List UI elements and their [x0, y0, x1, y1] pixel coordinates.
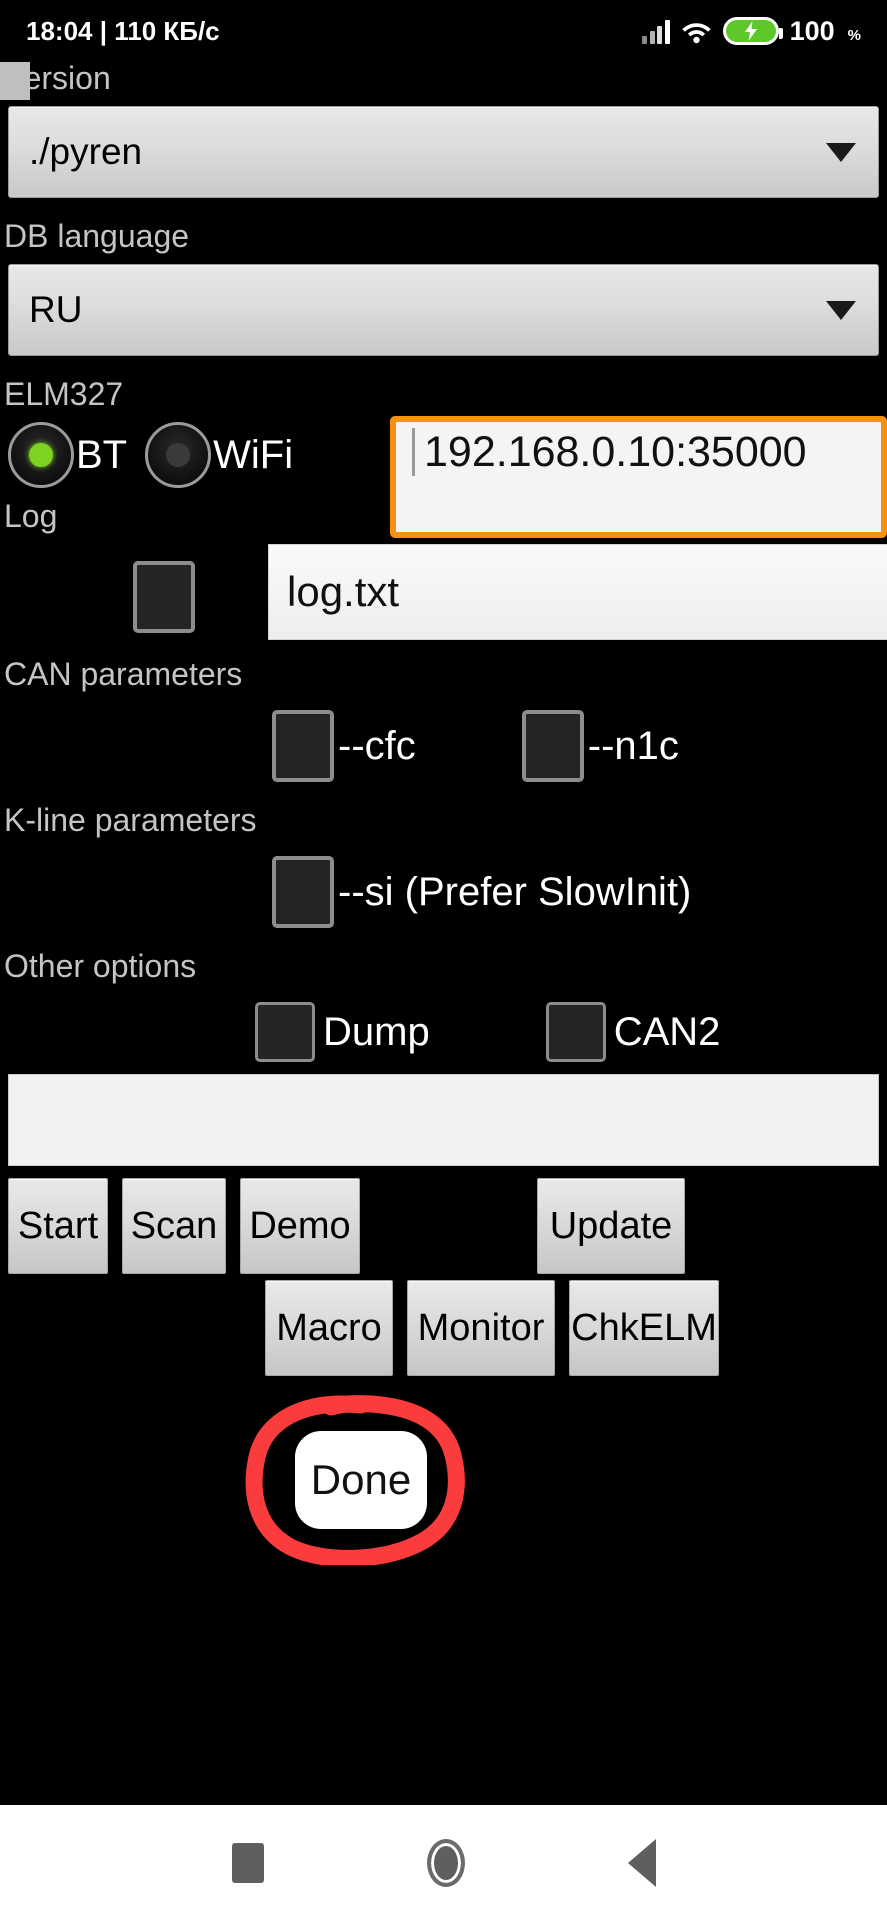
radio-bt-label: BT — [76, 433, 128, 477]
console-output-field[interactable] — [8, 1074, 879, 1166]
scan-button[interactable]: Scan — [122, 1178, 226, 1274]
log-filename-input[interactable]: log.txt — [268, 544, 887, 640]
kline-parameters-label: K-line parameters — [4, 802, 257, 838]
option-can2[interactable]: CAN2 — [545, 1002, 721, 1062]
macro-button[interactable]: Macro — [265, 1280, 393, 1376]
option-si[interactable]: --si (Prefer SlowInit) — [272, 856, 691, 928]
option-n1c[interactable]: --n1c — [521, 710, 679, 782]
demo-button[interactable]: Demo — [240, 1178, 360, 1274]
cfc-checkbox[interactable] — [272, 710, 334, 782]
log-checkbox[interactable] — [133, 561, 195, 633]
radio-dot-unselected — [166, 443, 191, 467]
settings-form: Version ./pyren DB language RU ELM327 BT… — [0, 62, 887, 1376]
n1c-checkbox[interactable] — [521, 710, 584, 782]
option-cfc[interactable]: --cfc — [272, 710, 416, 782]
status-icons: 100 % — [642, 16, 861, 47]
battery-percent: 100 — [789, 15, 835, 46]
button-row-primary: Start Scan Demo Update — [0, 1178, 887, 1274]
status-time-speed: 18:04 | 110 КБ/с — [26, 15, 220, 46]
db-language-label: DB language — [4, 218, 190, 254]
can-parameters-row: --cfc --n1c — [0, 696, 887, 782]
radio-wifi[interactable] — [145, 422, 212, 488]
back-triangle-icon[interactable] — [627, 1838, 656, 1887]
edge-notch-artifact — [0, 62, 30, 100]
elm327-label: ELM327 — [4, 376, 124, 412]
chkelm-button[interactable]: ChkELM — [569, 1280, 719, 1376]
can2-checkbox[interactable] — [545, 1002, 606, 1062]
version-dropdown[interactable]: ./pyren — [8, 106, 879, 198]
elm327-connection-row: BT WiFi 192.168.0.10:35000 — [0, 416, 887, 538]
radio-bt[interactable] — [8, 422, 74, 488]
wifi-icon — [681, 19, 712, 44]
si-checkbox[interactable] — [272, 856, 334, 928]
start-button[interactable]: Start — [8, 1178, 108, 1274]
n1c-label: --n1c — [587, 723, 679, 768]
can-parameters-label: CAN parameters — [4, 656, 243, 692]
radio-wifi-label: WiFi — [213, 433, 294, 477]
can2-label: CAN2 — [613, 1009, 721, 1054]
option-dump[interactable]: Dump — [255, 1002, 430, 1062]
kline-parameters-row: --si (Prefer SlowInit) — [0, 842, 887, 928]
elm327-address-input[interactable]: 192.168.0.10:35000 — [390, 416, 887, 538]
log-filename-value: log.txt — [287, 568, 400, 615]
other-options-label: Other options — [4, 948, 197, 984]
home-circle-icon[interactable] — [426, 1838, 465, 1887]
db-language-value: RU — [29, 289, 83, 330]
phone-screen: 18:04 | 110 КБ/с 100 % Version ./pyren D… — [0, 0, 887, 1920]
button-row-secondary: Macro Monitor ChkELM — [0, 1280, 887, 1376]
other-options-row: Dump CAN2 — [0, 988, 887, 1062]
si-label: --si (Prefer SlowInit) — [338, 869, 692, 914]
done-popup-label: Done — [310, 1456, 412, 1503]
done-popup-button[interactable]: Done — [295, 1431, 427, 1529]
version-value: ./pyren — [29, 131, 143, 172]
elm327-address-value: 192.168.0.10:35000 — [412, 428, 871, 477]
dump-label: Dump — [323, 1009, 430, 1054]
status-bar: 18:04 | 110 КБ/с 100 % — [0, 0, 887, 62]
version-label: Version — [4, 60, 111, 96]
chevron-down-icon — [826, 142, 856, 162]
update-button[interactable]: Update — [537, 1178, 685, 1274]
dump-checkbox[interactable] — [255, 1002, 315, 1062]
signal-icon — [642, 18, 670, 44]
db-language-dropdown[interactable]: RU — [8, 264, 879, 356]
percent-symbol: % — [847, 26, 861, 44]
android-navigation-bar — [0, 1802, 887, 1920]
chevron-down-icon — [826, 300, 856, 320]
monitor-button[interactable]: Monitor — [407, 1280, 555, 1376]
cfc-label: --cfc — [338, 723, 416, 768]
recents-square-icon[interactable] — [231, 1842, 264, 1883]
battery-charging-icon — [722, 17, 783, 45]
radio-dot-selected — [29, 443, 53, 467]
log-row: log.txt — [0, 538, 887, 646]
